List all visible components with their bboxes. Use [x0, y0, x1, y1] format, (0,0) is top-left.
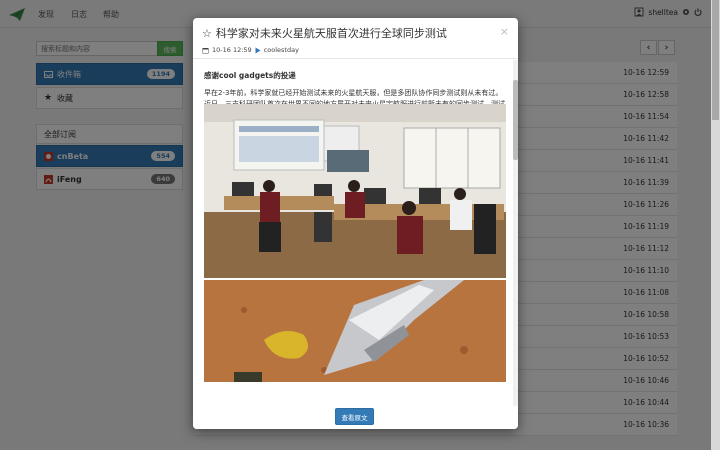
modal-footer: 查看原文 — [193, 406, 518, 429]
modal-author[interactable]: coolestday — [264, 46, 299, 54]
modal-header: ☆ 科学家对未来火星航天服首次进行全球同步测试 10-16 12:59 cool… — [193, 18, 518, 59]
modal-title: 科学家对未来火星航天服首次进行全球同步测试 — [215, 27, 447, 40]
article-modal: ☆ 科学家对未来火星航天服首次进行全球同步测试 10-16 12:59 cool… — [193, 18, 518, 429]
close-icon[interactable]: × — [500, 25, 509, 38]
star-outline-icon[interactable]: ☆ — [202, 27, 212, 40]
modal-date: 10-16 12:59 — [212, 46, 252, 54]
article-photo-control-room — [204, 104, 506, 278]
page-scrollbar-thumb[interactable] — [712, 0, 719, 120]
article-photo-foil-sample — [204, 280, 506, 382]
page-scrollbar[interactable] — [711, 0, 720, 450]
calendar-icon — [202, 47, 209, 53]
modal-scrollbar-thumb[interactable] — [513, 80, 518, 160]
view-original-button[interactable]: 查看原文 — [335, 408, 374, 425]
modal-scrollbar[interactable] — [513, 60, 518, 406]
article-credit: 感谢cool gadgets的投递 — [204, 71, 296, 80]
author-flag-icon — [255, 47, 261, 53]
